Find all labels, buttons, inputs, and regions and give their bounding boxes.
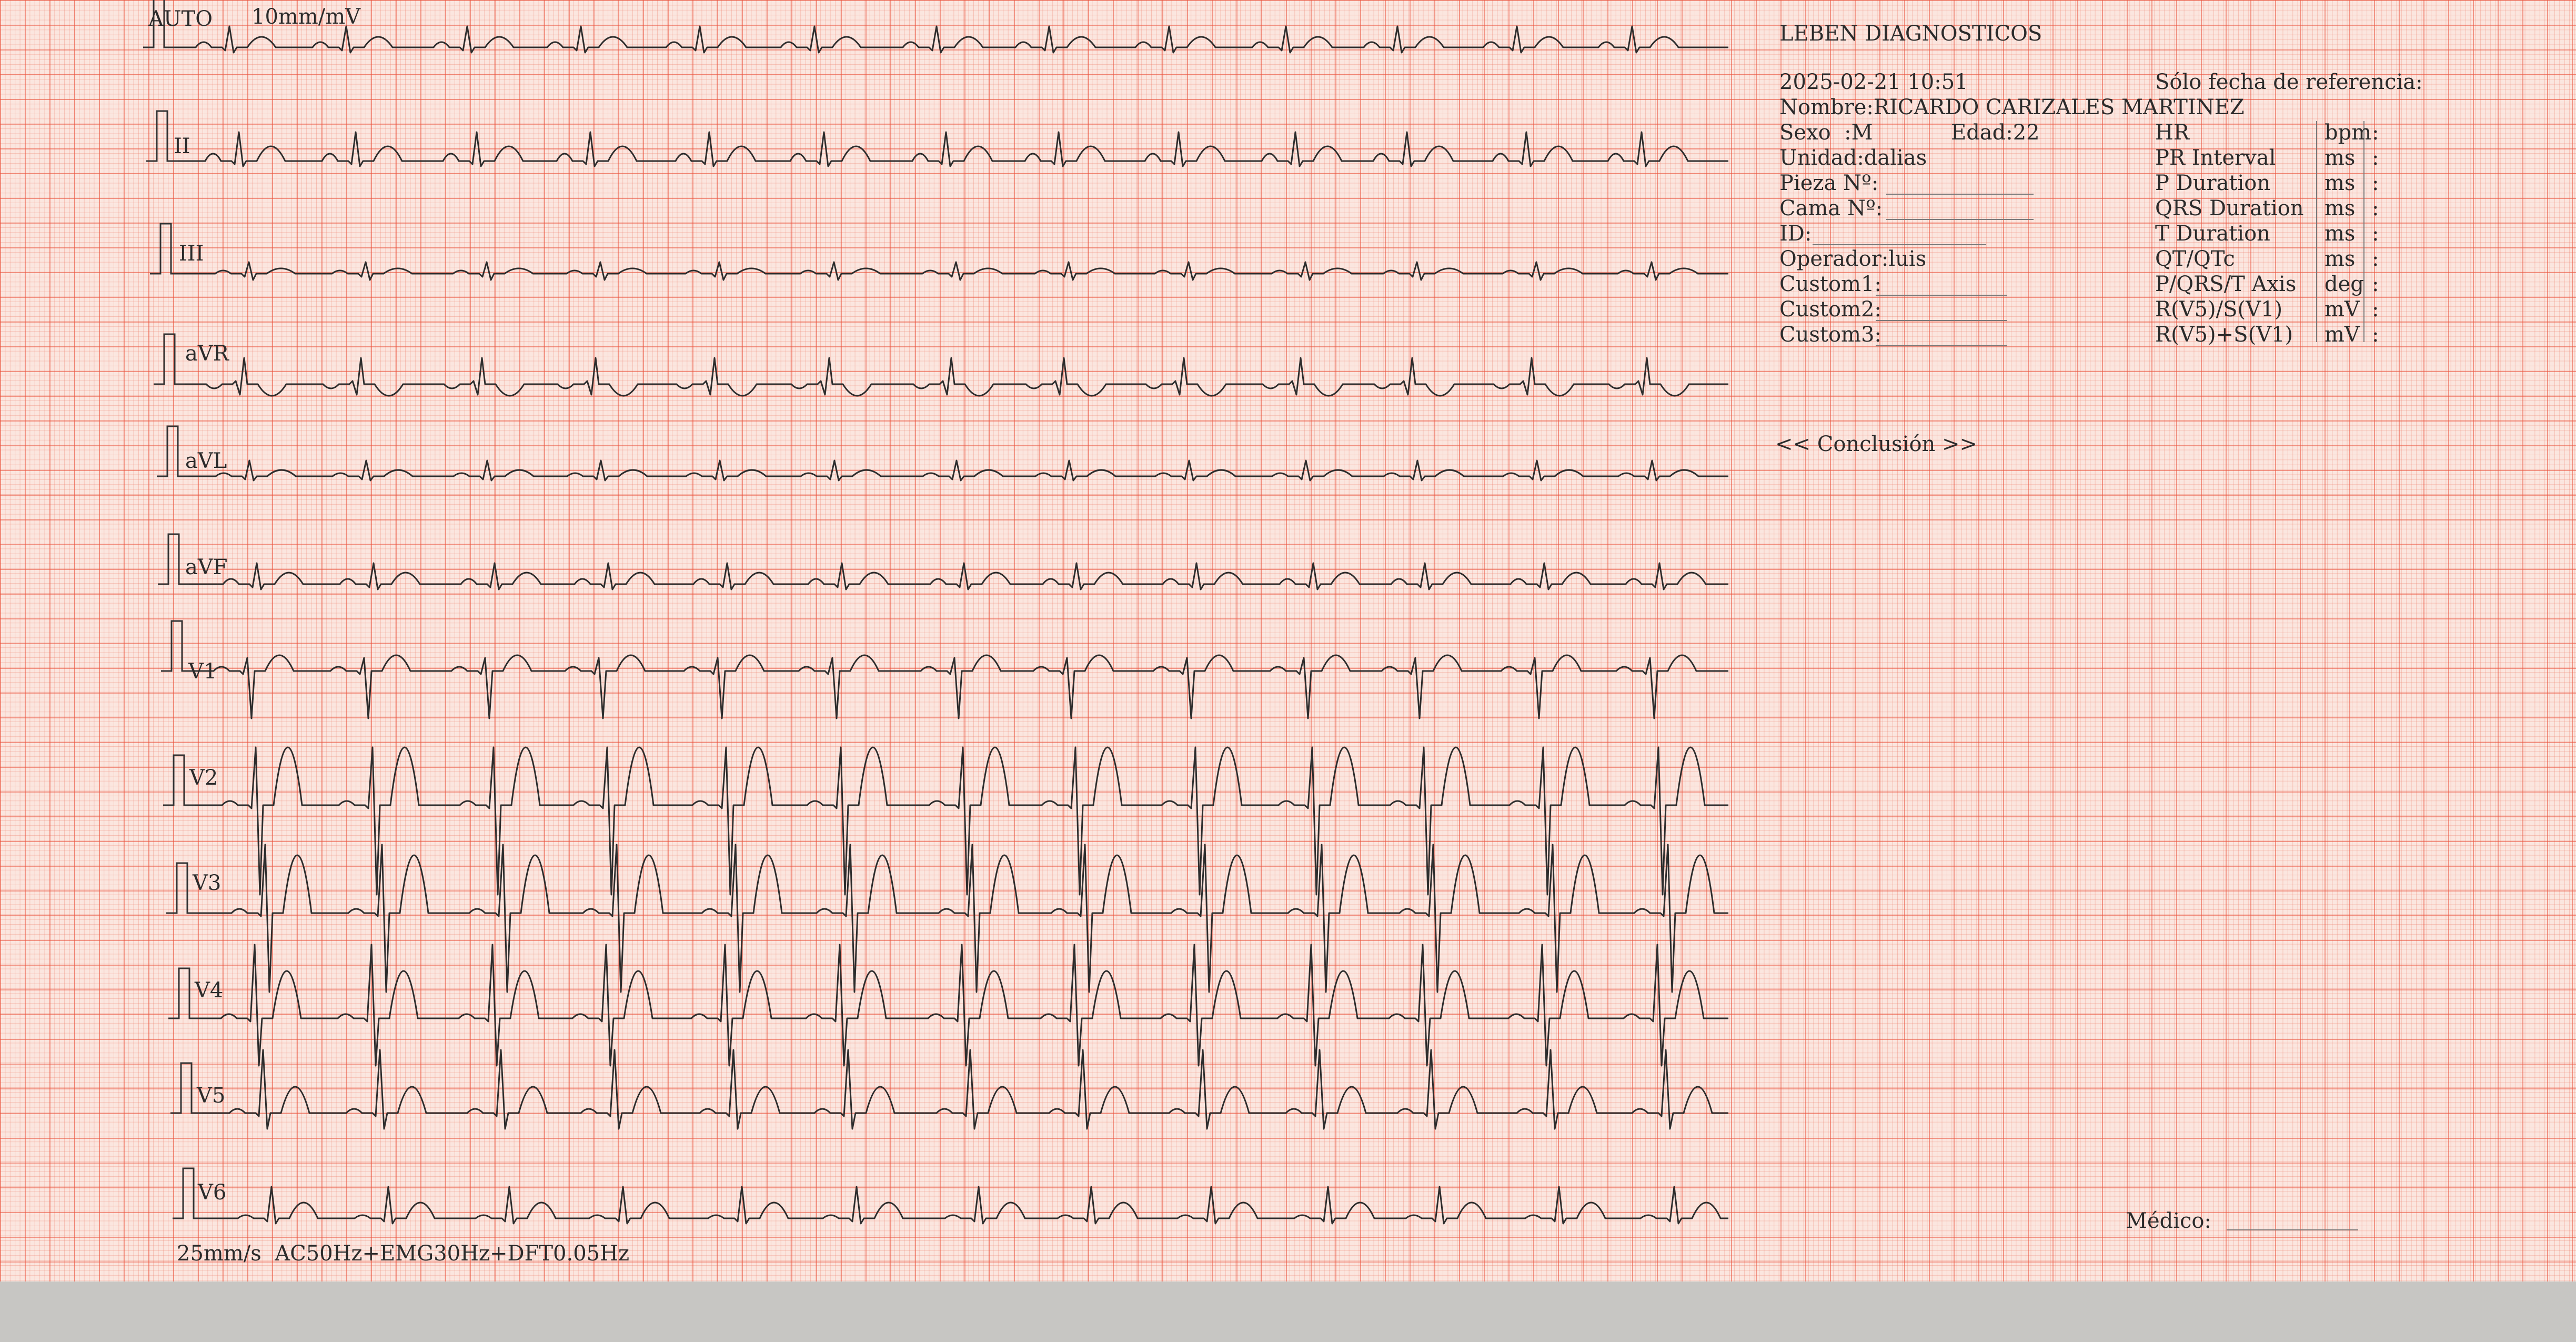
measurement-unit: ms	[2325, 222, 2356, 246]
patient-age: Edad:22	[1951, 121, 2040, 145]
doctor-signature-line	[2227, 1229, 2358, 1230]
custom2-blank-line	[1876, 320, 2007, 321]
lead-label-v1: V1	[188, 659, 217, 684]
calibration-pulse	[161, 620, 193, 672]
patient-bed: Cama Nº:	[1779, 196, 1883, 221]
measurement-colon: :	[2372, 222, 2379, 246]
measurement-colon: :	[2372, 196, 2379, 221]
lead-iii-trace	[182, 261, 1728, 281]
custom3-blank-line	[1876, 345, 2007, 346]
conclusion-heading: << Conclusión >>	[1775, 432, 1978, 456]
lead-i-trace	[175, 25, 1728, 54]
patient-sex: Sexo :M	[1779, 121, 1873, 145]
measurement-unit: ms	[2325, 146, 2356, 170]
patient-name: Nombre:RICARDO CARIZALES MARTINEZ	[1779, 95, 2245, 119]
measurement-unit: mV	[2325, 297, 2360, 322]
lead-label-v5: V5	[197, 1084, 226, 1108]
unit-bracket-right	[2363, 121, 2368, 342]
footer-settings: 25mm/s AC50Hz+EMG30Hz+DFT0.05Hz	[177, 1241, 630, 1266]
lead-label-v6: V6	[198, 1180, 227, 1205]
reference-note: Sólo fecha de referencia:	[2155, 70, 2423, 94]
exam-datetime: 2025-02-21 10:51	[1779, 70, 1968, 94]
lead-v1-trace	[193, 654, 1728, 719]
measurement-label: HR	[2155, 121, 2189, 145]
room-blank-line	[1886, 194, 2034, 195]
doctor-label: Médico:	[2126, 1209, 2211, 1233]
lead-label-avl: aVL	[185, 449, 227, 473]
measurement-label: QT/QTc	[2155, 247, 2235, 271]
measurement-colon: :	[2372, 272, 2379, 296]
measurement-colon: :	[2372, 171, 2379, 195]
id-blank-line	[1813, 244, 1986, 245]
patient-id: ID:	[1779, 222, 1812, 246]
measurement-colon: :	[2372, 297, 2379, 322]
custom2: Custom2:	[1779, 297, 1881, 322]
measurement-colon: :	[2372, 323, 2379, 347]
lead-avr-trace	[185, 357, 1728, 397]
measurement-unit: mV	[2325, 323, 2360, 347]
calibration-pulse	[157, 425, 188, 477]
measurement-unit: ms	[2325, 171, 2356, 195]
lead-v2-trace	[195, 746, 1728, 896]
lead-label-ii: II	[174, 134, 190, 158]
measurement-colon: :	[2372, 146, 2379, 170]
measurement-unit: ms	[2325, 196, 2356, 221]
calibration-pulse	[154, 333, 185, 385]
lead-v4-trace	[200, 944, 1728, 1067]
measurement-label: T Duration	[2155, 222, 2270, 246]
measurement-label: P Duration	[2155, 171, 2271, 195]
calibration-pulse	[158, 533, 189, 585]
institution-name: LEBEN DIAGNOSTICOS	[1779, 22, 2042, 46]
bed-blank-line	[1886, 219, 2034, 220]
measurement-colon: :	[2372, 247, 2379, 271]
lead-avl-trace	[188, 459, 1728, 482]
lead-label-v2: V2	[189, 766, 218, 790]
lead-ii-trace	[178, 131, 1728, 167]
unit-bracket-left	[2316, 121, 2320, 342]
calibration-pulse	[150, 223, 182, 275]
patient-unit: Unidad:dalias	[1779, 146, 1927, 170]
measurement-label: R(V5)/S(V1)	[2155, 297, 2283, 322]
operator: Operador:luis	[1779, 247, 1927, 271]
lead-label-v3: V3	[193, 871, 222, 895]
measurement-unit: ms	[2325, 247, 2356, 271]
lead-label-v4: V4	[195, 978, 224, 1003]
measurement-unit: bpm	[2325, 121, 2372, 145]
lead-avf-trace	[189, 562, 1728, 590]
calibration-pulse	[146, 110, 178, 162]
measurement-unit: deg	[2325, 272, 2364, 296]
auto-label: AUTO	[148, 7, 213, 31]
measurement-colon: :	[2372, 121, 2379, 145]
custom1-blank-line	[1876, 295, 2007, 296]
measurement-label: QRS Duration	[2155, 196, 2304, 221]
gain-label: 10mm/mV	[251, 5, 361, 29]
custom1: Custom1:	[1779, 272, 1881, 296]
custom3: Custom3:	[1779, 323, 1881, 347]
measurement-label: R(V5)+S(V1)	[2155, 323, 2293, 347]
measurement-label: P/QRS/T Axis	[2155, 272, 2297, 296]
lead-label-avr: aVR	[185, 342, 229, 366]
measurement-label: PR Interval	[2155, 146, 2276, 170]
lead-label-iii: III	[179, 242, 204, 266]
lead-label-avf: aVF	[185, 555, 228, 579]
patient-room: Pieza Nº:	[1779, 171, 1879, 195]
lead-v6-trace	[204, 1186, 1728, 1225]
